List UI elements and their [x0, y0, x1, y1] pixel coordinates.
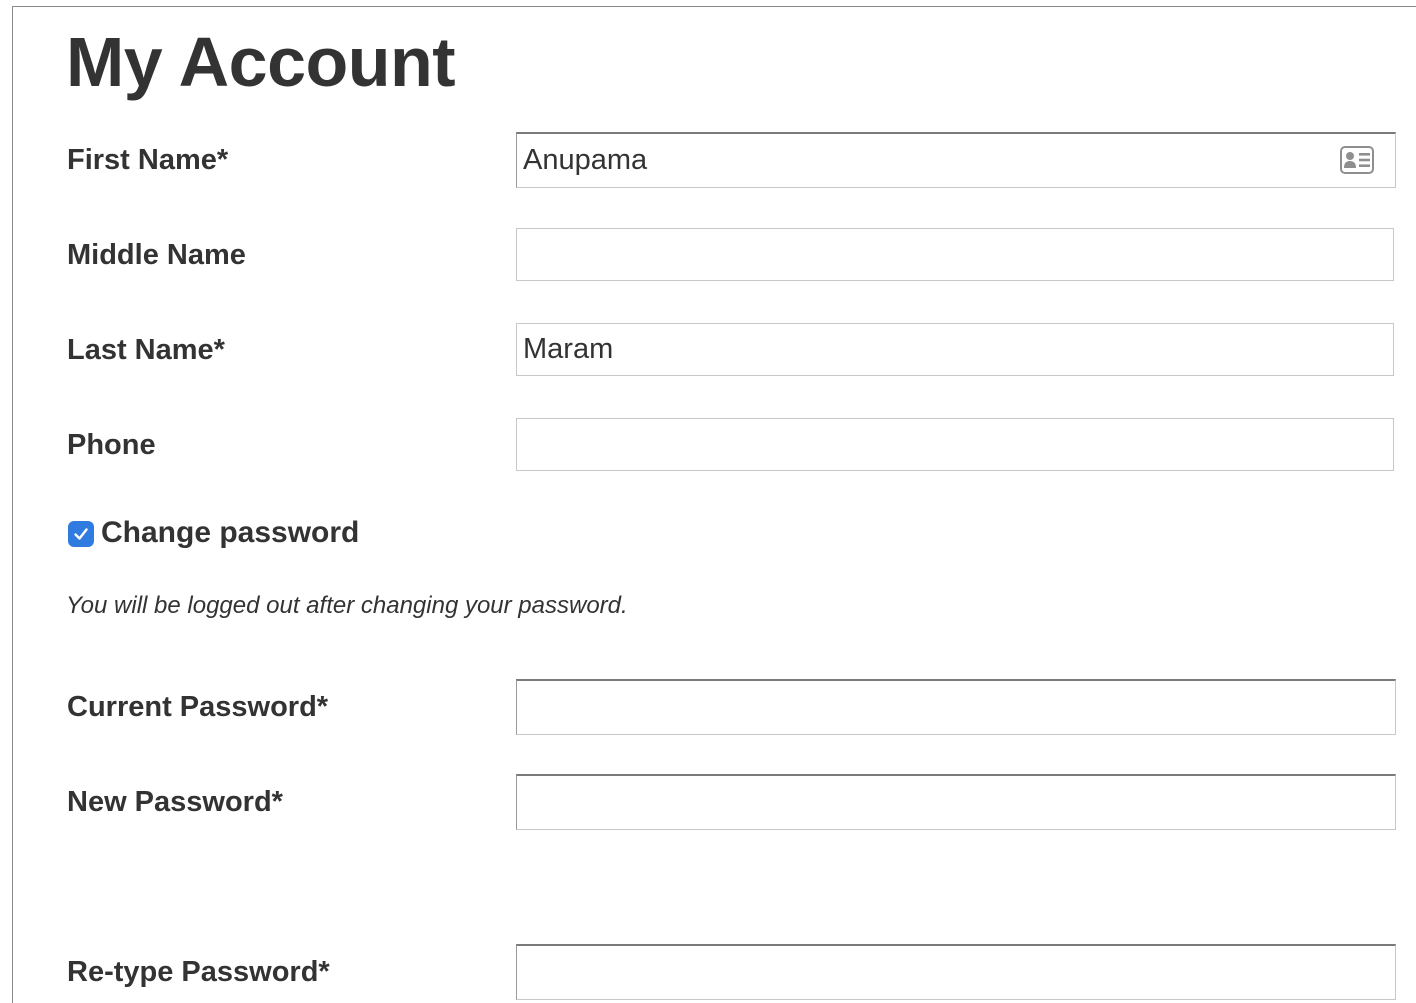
retype-password-label: Re-type Password* [67, 956, 330, 988]
checkmark-icon [74, 528, 88, 540]
new-password-label: New Password* [67, 786, 283, 818]
logout-warning-note: You will be logged out after changing yo… [66, 592, 628, 619]
phone-input[interactable] [516, 418, 1394, 471]
first-name-input[interactable] [516, 132, 1396, 188]
retype-password-input[interactable] [516, 944, 1396, 1000]
contact-card-icon[interactable] [1340, 146, 1374, 174]
current-password-input[interactable] [516, 679, 1396, 735]
phone-label: Phone [67, 429, 156, 461]
first-name-label: First Name* [67, 144, 229, 176]
last-name-label: Last Name* [67, 334, 225, 366]
middle-name-input[interactable] [516, 228, 1394, 281]
change-password-checkbox[interactable] [68, 521, 94, 547]
page-title: My Account [66, 23, 456, 101]
my-account-page: My Account First Name* Middle Name Last … [0, 0, 1416, 1003]
new-password-input[interactable] [516, 774, 1396, 830]
last-name-input[interactable] [516, 323, 1394, 376]
current-password-label: Current Password* [67, 691, 329, 723]
middle-name-label: Middle Name [67, 239, 246, 271]
change-password-label[interactable]: Change password [101, 516, 359, 550]
